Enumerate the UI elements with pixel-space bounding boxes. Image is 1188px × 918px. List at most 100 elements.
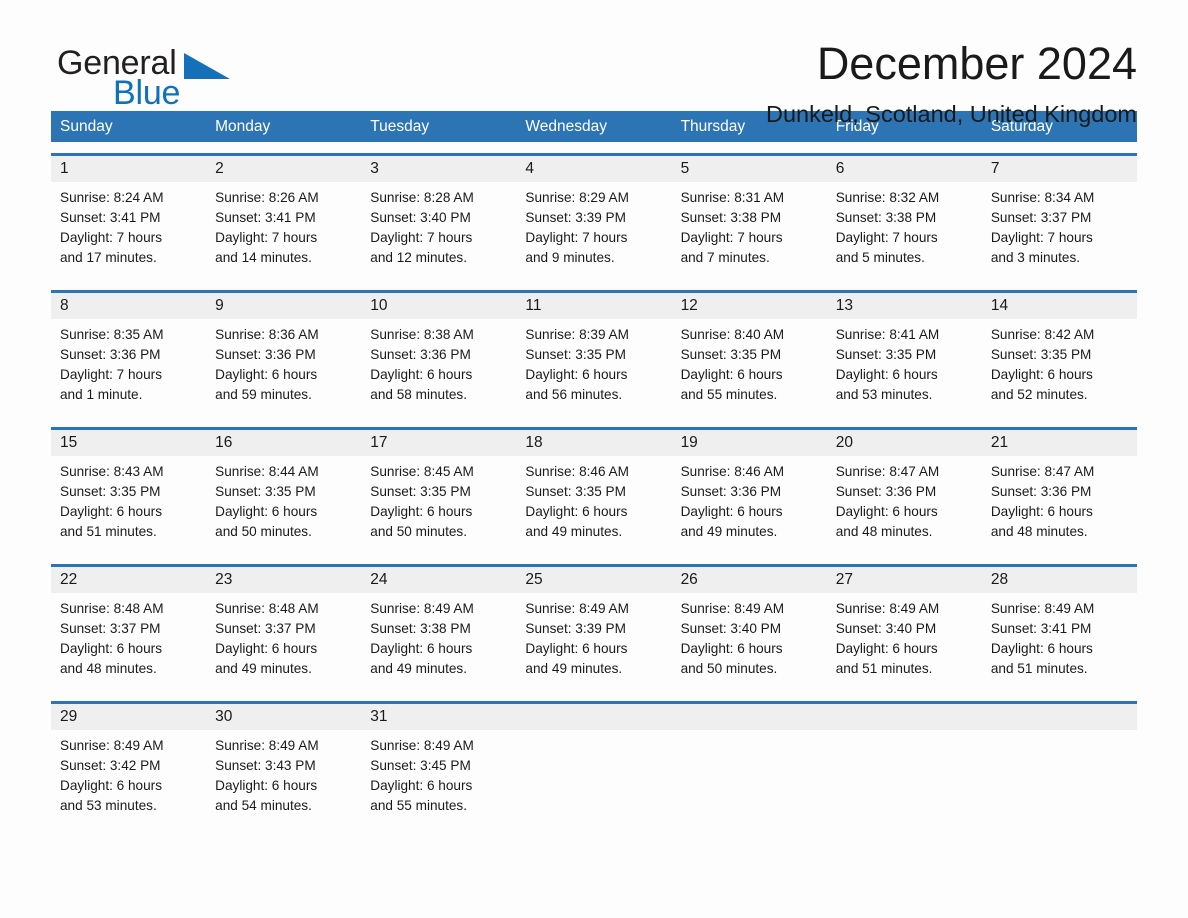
daylight-text-line1: Daylight: 6 hours: [215, 504, 318, 519]
day-number[interactable]: 29: [51, 704, 206, 730]
daylight-text-line2: and 49 minutes.: [525, 661, 623, 676]
day-cell[interactable]: Sunrise: 8:49 AM Sunset: 3:43 PM Daylight:…: [206, 730, 361, 827]
day-number[interactable]: 6: [827, 156, 982, 182]
day-cell[interactable]: Sunrise: 8:44 AM Sunset: 3:35 PM Daylight:…: [206, 456, 361, 553]
day-cell[interactable]: Sunrise: 8:47 AM Sunset: 3:36 PM Daylight:…: [827, 456, 982, 553]
sunrise-text: Sunrise: 8:40 AM: [680, 327, 785, 342]
day-number[interactable]: 24: [361, 567, 516, 593]
day-number[interactable]: 13: [827, 293, 982, 319]
day-number[interactable]: 14: [982, 293, 1137, 319]
sunset-text: Sunset: 3:40 PM: [370, 210, 471, 225]
sunrise-text: Sunrise: 8:49 AM: [370, 738, 474, 753]
day-cell[interactable]: Sunrise: 8:41 AM Sunset: 3:35 PM Daylight:…: [827, 319, 982, 416]
sunrise-text: Sunrise: 8:45 AM: [370, 464, 474, 479]
day-number[interactable]: 8: [51, 293, 206, 319]
logo-general-text: General: [57, 44, 177, 82]
day-cell[interactable]: Sunrise: 8:26 AM Sunset: 3:41 PM Daylight:…: [206, 182, 361, 279]
day-number[interactable]: 5: [672, 156, 827, 182]
day-cell[interactable]: Sunrise: 8:49 AM Sunset: 3:45 PM Daylight:…: [361, 730, 516, 827]
sunset-text: Sunset: 3:40 PM: [680, 621, 782, 636]
day-cell[interactable]: Sunrise: 8:45 AM Sunset: 3:35 PM Daylight:…: [361, 456, 516, 553]
day-cell[interactable]: Sunrise: 8:31 AM Sunset: 3:38 PM Daylight:…: [672, 182, 827, 279]
day-number[interactable]: 27: [827, 567, 982, 593]
daylight-text-line2: and 55 minutes.: [370, 798, 468, 813]
weekday-sunday: Sunday: [60, 118, 113, 135]
day-cell[interactable]: Sunrise: 8:49 AM Sunset: 3:39 PM Daylight:…: [516, 593, 671, 690]
day-cell[interactable]: Sunrise: 8:48 AM Sunset: 3:37 PM Daylight:…: [206, 593, 361, 690]
day-cell[interactable]: Sunrise: 8:49 AM Sunset: 3:38 PM Daylight:…: [361, 593, 516, 690]
sunset-text: Sunset: 3:41 PM: [215, 210, 316, 225]
day-number[interactable]: 17: [361, 430, 516, 456]
day-number[interactable]: 21: [982, 430, 1137, 456]
daylight-text-line2: and 48 minutes.: [835, 524, 933, 539]
day-number[interactable]: 11: [516, 293, 671, 319]
sunrise-text: Sunrise: 8:28 AM: [370, 190, 474, 205]
day-cell[interactable]: Sunrise: 8:49 AM Sunset: 3:40 PM Daylight:…: [827, 593, 982, 690]
daylight-text-line2: and 50 minutes.: [680, 661, 778, 676]
day-number[interactable]: 30: [206, 704, 361, 730]
day-cell[interactable]: Sunrise: 8:49 AM Sunset: 3:42 PM Daylight:…: [51, 730, 206, 827]
sunrise-text: Sunrise: 8:32 AM: [835, 190, 940, 205]
day-number[interactable]: 9: [206, 293, 361, 319]
day-number[interactable]: 31: [361, 704, 516, 730]
day-cell[interactable]: Sunrise: 8:38 AM Sunset: 3:36 PM Daylight:…: [361, 319, 516, 416]
day-number[interactable]: 3: [361, 156, 516, 182]
day-cell[interactable]: Sunrise: 8:39 AM Sunset: 3:35 PM Daylight:…: [516, 319, 671, 416]
day-cell[interactable]: Sunrise: 8:35 AM Sunset: 3:36 PM Daylight:…: [51, 319, 206, 416]
day-number[interactable]: 1: [51, 156, 206, 182]
sunset-text: Sunset: 3:38 PM: [835, 210, 937, 225]
week-date-band: 22 23 24 25 26 27 28: [51, 564, 1137, 593]
sunrise-text: Sunrise: 8:46 AM: [525, 464, 629, 479]
sunrise-text: Sunrise: 8:49 AM: [835, 601, 940, 616]
daylight-text-line1: Daylight: 6 hours: [215, 641, 318, 656]
day-number[interactable]: 12: [672, 293, 827, 319]
calendar-week-row: 8 9 10 11 12 13 14 Sunrise: 8:35 AM Sunset: 3:3…: [51, 290, 1137, 416]
day-cell[interactable]: Sunrise: 8:29 AM Sunset: 3:39 PM Daylight:…: [516, 182, 671, 279]
day-number[interactable]: 4: [516, 156, 671, 182]
calendar-week-row: 22 23 24 25 26 27 28 Sunrise: 8:48 AM Sunset: 3…: [51, 564, 1137, 690]
day-number[interactable]: 10: [361, 293, 516, 319]
daylight-text-line1: Daylight: 6 hours: [60, 504, 163, 519]
day-number[interactable]: 28: [982, 567, 1137, 593]
day-number-empty: [827, 704, 982, 730]
week-date-band: 8 9 10 11 12 13 14: [51, 290, 1137, 319]
day-cell[interactable]: Sunrise: 8:49 AM Sunset: 3:40 PM Daylight:…: [672, 593, 827, 690]
day-cell[interactable]: Sunrise: 8:28 AM Sunset: 3:40 PM Daylight:…: [361, 182, 516, 279]
sunset-text: Sunset: 3:41 PM: [990, 621, 1092, 636]
sunset-text: Sunset: 3:35 PM: [525, 347, 626, 362]
daylight-text-line2: and 58 minutes.: [370, 387, 468, 402]
day-cell[interactable]: Sunrise: 8:47 AM Sunset: 3:36 PM Daylight:…: [982, 456, 1137, 553]
day-cell[interactable]: Sunrise: 8:43 AM Sunset: 3:35 PM Daylight:…: [51, 456, 206, 553]
day-number[interactable]: 16: [206, 430, 361, 456]
day-cell[interactable]: Sunrise: 8:34 AM Sunset: 3:37 PM Daylight:…: [982, 182, 1137, 279]
sunrise-text: Sunrise: 8:29 AM: [525, 190, 629, 205]
day-cell[interactable]: Sunrise: 8:42 AM Sunset: 3:35 PM Daylight:…: [982, 319, 1137, 416]
day-number[interactable]: 26: [672, 567, 827, 593]
day-number[interactable]: 19: [672, 430, 827, 456]
day-cell[interactable]: Sunrise: 8:46 AM Sunset: 3:35 PM Daylight:…: [516, 456, 671, 553]
day-number[interactable]: 18: [516, 430, 671, 456]
day-cell[interactable]: Sunrise: 8:32 AM Sunset: 3:38 PM Daylight:…: [827, 182, 982, 279]
day-number[interactable]: 25: [516, 567, 671, 593]
daylight-text-line1: Daylight: 7 hours: [370, 230, 473, 245]
day-cell[interactable]: Sunrise: 8:49 AM Sunset: 3:41 PM Daylight:…: [982, 593, 1137, 690]
daylight-text-line1: Daylight: 6 hours: [680, 504, 783, 519]
day-cell[interactable]: Sunrise: 8:40 AM Sunset: 3:35 PM Daylight:…: [672, 319, 827, 416]
day-number[interactable]: 20: [827, 430, 982, 456]
day-number[interactable]: 22: [51, 567, 206, 593]
day-cell[interactable]: Sunrise: 8:24 AM Sunset: 3:41 PM Daylight:…: [51, 182, 206, 279]
day-number[interactable]: 15: [51, 430, 206, 456]
day-number[interactable]: 2: [206, 156, 361, 182]
daylight-text-line2: and 53 minutes.: [835, 387, 933, 402]
day-cell[interactable]: Sunrise: 8:48 AM Sunset: 3:37 PM Daylight:…: [51, 593, 206, 690]
day-cell[interactable]: Sunrise: 8:36 AM Sunset: 3:36 PM Daylight:…: [206, 319, 361, 416]
daylight-text-line1: Daylight: 7 hours: [525, 230, 628, 245]
daylight-text-line2: and 7 minutes.: [680, 250, 770, 265]
sunrise-text: Sunrise: 8:36 AM: [215, 327, 319, 342]
sunrise-text: Sunrise: 8:47 AM: [835, 464, 940, 479]
day-cell[interactable]: Sunrise: 8:46 AM Sunset: 3:36 PM Daylight:…: [672, 456, 827, 553]
sunset-text: Sunset: 3:38 PM: [370, 621, 471, 636]
sunset-text: Sunset: 3:36 PM: [215, 347, 316, 362]
day-number[interactable]: 23: [206, 567, 361, 593]
day-number[interactable]: 7: [982, 156, 1137, 182]
